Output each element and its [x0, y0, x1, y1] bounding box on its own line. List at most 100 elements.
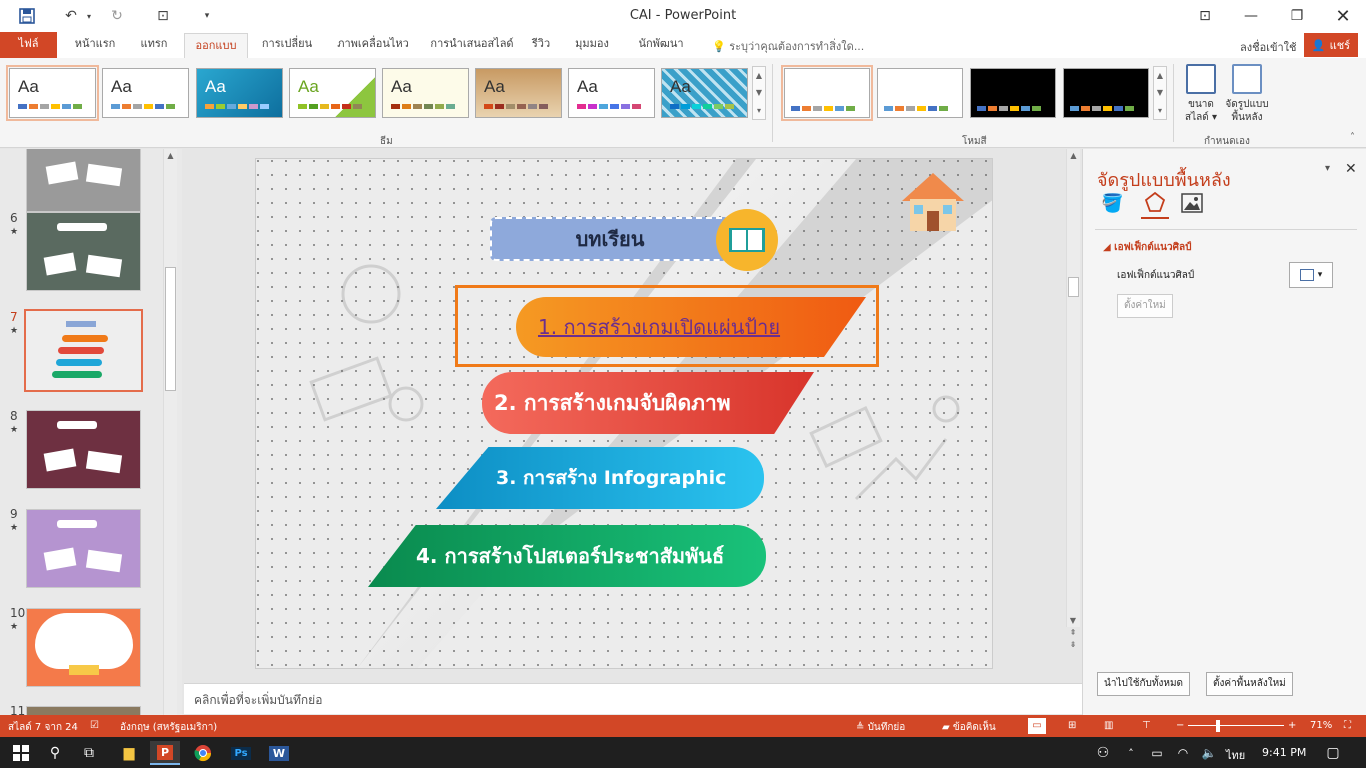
input-language[interactable]: ไทย	[1226, 746, 1245, 764]
tell-me-box[interactable]: 💡 ระบุว่าคุณต้องการทำสิ่งใด...	[712, 37, 864, 55]
slide-number: 7	[10, 310, 18, 324]
reading-view-icon[interactable]: ▥	[1104, 720, 1113, 731]
tab-transitions[interactable]: การเปลี่ยน	[254, 32, 320, 58]
slide-thumbnail-7[interactable]	[24, 309, 143, 392]
zoom-out-icon[interactable]: −	[1176, 720, 1184, 731]
minimize-button[interactable]: —	[1228, 0, 1274, 32]
fit-to-window-icon[interactable]: ⛶	[1344, 720, 1351, 731]
task-view-icon[interactable]: ⧉	[74, 741, 104, 765]
collapse-ribbon-icon[interactable]: ˄	[1350, 132, 1355, 143]
slide-size-button[interactable]: ขนาด สไลด์ ▾	[1182, 64, 1220, 124]
restore-button[interactable]: ❐	[1274, 0, 1320, 32]
effects-tab[interactable]	[1141, 189, 1169, 219]
volume-icon[interactable]: 🔈	[1194, 741, 1224, 765]
photoshop-icon[interactable]: Ps	[226, 741, 256, 765]
slide-scrollbar[interactable]: ▲	[1066, 149, 1080, 627]
scroll-thumb[interactable]	[165, 267, 176, 391]
people-icon[interactable]: ⚇	[1088, 741, 1118, 765]
tab-slideshow[interactable]: การนำเสนอสไลด์	[424, 32, 520, 58]
lesson-item-3[interactable]: 3. การสร้าง Infographic	[436, 447, 764, 509]
slide-thumbnail-11[interactable]	[26, 706, 141, 715]
lesson-item-2[interactable]: 2. การสร้างเกมจับผิดภาพ	[482, 372, 814, 434]
variants-scroll[interactable]: ▲ ▼ ▾	[1153, 66, 1167, 120]
word-icon[interactable]: W	[264, 741, 294, 765]
slide-thumbnail-9[interactable]	[26, 509, 141, 588]
variant-4[interactable]	[1063, 68, 1149, 118]
scroll-up-icon[interactable]: ▲	[1067, 149, 1080, 163]
theme-red-line[interactable]: Aa	[568, 68, 655, 118]
close-button[interactable]: ✕	[1320, 0, 1366, 32]
theme-aa-label: Aa	[298, 77, 319, 96]
variant-1[interactable]	[781, 65, 873, 121]
slide-star: ★	[10, 326, 19, 336]
search-icon[interactable]: ⚲	[40, 741, 70, 765]
notes-pane[interactable]: คลิกเพื่อที่จะเพิ่มบันทึกย่อ	[184, 683, 1082, 714]
file-explorer-icon[interactable]: ▆	[114, 741, 144, 765]
ribbon-tabs: ไฟล์ หน้าแรก แทรก ออกแบบ การเปลี่ยน ภาพเ…	[0, 32, 1366, 59]
apply-to-all-button[interactable]: นำไปใช้กับทั้งหมด	[1097, 672, 1191, 696]
pane-close-icon[interactable]: ✕	[1345, 161, 1357, 177]
slide-thumbnail-8[interactable]	[26, 410, 141, 489]
theme-office[interactable]: Aa	[6, 65, 99, 121]
clock[interactable]: 9:41 PM	[1262, 746, 1306, 759]
artistic-effects-dropdown[interactable]: ▾	[1289, 262, 1333, 288]
lesson-item-4[interactable]: 4. การสร้างโปสเตอร์ประชาสัมพันธ์	[368, 525, 766, 587]
variant-3[interactable]	[970, 68, 1056, 118]
tab-insert[interactable]: แทรก	[130, 32, 178, 58]
slide-thumbnail-5[interactable]	[26, 149, 141, 212]
themes-scroll[interactable]: ▲ ▼ ▾	[752, 66, 766, 120]
zoom-slider[interactable]	[1188, 725, 1284, 726]
slide-thumbnail-10[interactable]	[26, 608, 141, 687]
format-background-button[interactable]: จัดรูปแบบ พื้นหลัง	[1222, 64, 1272, 124]
spelling-icon[interactable]: ☑	[90, 720, 99, 731]
slide-nav-buttons[interactable]: ▼ ⇞ ⇟	[1066, 615, 1080, 651]
lesson-item-1[interactable]: 1. การสร้างเกมเปิดแผ่นป้าย	[516, 297, 866, 357]
tell-me-text: ระบุว่าคุณต้องการทำสิ่งใด...	[729, 40, 865, 53]
scroll-thumb[interactable]	[1068, 277, 1079, 297]
picture-icon[interactable]	[1181, 193, 1203, 216]
slide-sorter-icon[interactable]: ⊞	[1068, 720, 1076, 731]
normal-view-icon[interactable]: ▭	[1028, 718, 1046, 734]
reset-background-button[interactable]: ตั้งค่าพื้นหลังใหม่	[1206, 672, 1293, 696]
thumbnails-scrollbar[interactable]: ▲	[163, 149, 177, 715]
tab-file[interactable]: ไฟล์	[0, 32, 57, 58]
artistic-effects-section[interactable]: ◢ เอฟเฟ็กต์แนวศิลป์	[1103, 240, 1191, 255]
variant-2[interactable]	[877, 68, 963, 118]
theme-wood[interactable]: Aa	[475, 68, 562, 118]
scroll-up-icon[interactable]: ▲	[164, 149, 177, 163]
windows-start-icon[interactable]	[6, 741, 36, 765]
tab-view[interactable]: มุมมอง	[568, 32, 616, 58]
current-slide[interactable]: บทเรียน 1. การสร้างเกมเปิดแผ่นป้าย 2. กา…	[255, 158, 993, 669]
reset-button[interactable]: ตั้งค่าใหม่	[1117, 294, 1173, 318]
tab-developer[interactable]: นักพัฒนา	[630, 32, 692, 58]
theme-ion[interactable]: Aa	[196, 68, 283, 118]
tab-home[interactable]: หน้าแรก	[66, 32, 124, 58]
slide-thumbnail-6[interactable]	[26, 212, 141, 291]
pane-options-icon[interactable]: ▾	[1325, 163, 1330, 174]
sign-in-link[interactable]: ลงชื่อเข้าใช้	[1240, 38, 1296, 56]
zoom-level[interactable]: 71%	[1310, 720, 1332, 731]
home-icon[interactable]	[898, 167, 968, 237]
zoom-in-icon[interactable]: +	[1288, 720, 1296, 731]
slide-star: ★	[10, 227, 19, 237]
share-button[interactable]: 👤 แชร์	[1304, 33, 1358, 57]
slide-thumbnails-pane: 6 ★ 7 ★ 8 ★ 9 ★ 10 ★ 11 ▲	[0, 149, 182, 715]
ribbon-display-icon[interactable]: ⊡	[1182, 0, 1228, 32]
zoom-slider-thumb[interactable]	[1216, 720, 1220, 732]
fill-icon[interactable]: 🪣	[1101, 193, 1123, 214]
theme-facet[interactable]: Aa	[289, 68, 376, 118]
language-indicator[interactable]: อังกฤษ (สหรัฐอเมริกา)	[120, 720, 217, 735]
slide-star: ★	[10, 622, 19, 632]
tab-design[interactable]: ออกแบบ	[184, 33, 248, 59]
tab-review[interactable]: รีวิว	[526, 32, 556, 58]
comments-toggle[interactable]: ▰ ข้อคิดเห็น	[942, 720, 996, 735]
notifications-icon[interactable]: ▢	[1318, 741, 1348, 765]
powerpoint-taskbar-icon[interactable]: P	[150, 741, 180, 765]
notes-toggle[interactable]: ≜ บันทึกย่อ	[856, 720, 905, 735]
theme-integral[interactable]: Aa	[382, 68, 469, 118]
slideshow-icon[interactable]: ⊤	[1142, 720, 1151, 731]
tab-animations[interactable]: ภาพเคลื่อนไหว	[328, 32, 418, 58]
theme-office-2[interactable]: Aa	[102, 68, 189, 118]
chrome-icon[interactable]	[188, 741, 218, 765]
theme-pattern[interactable]: Aa	[661, 68, 748, 118]
